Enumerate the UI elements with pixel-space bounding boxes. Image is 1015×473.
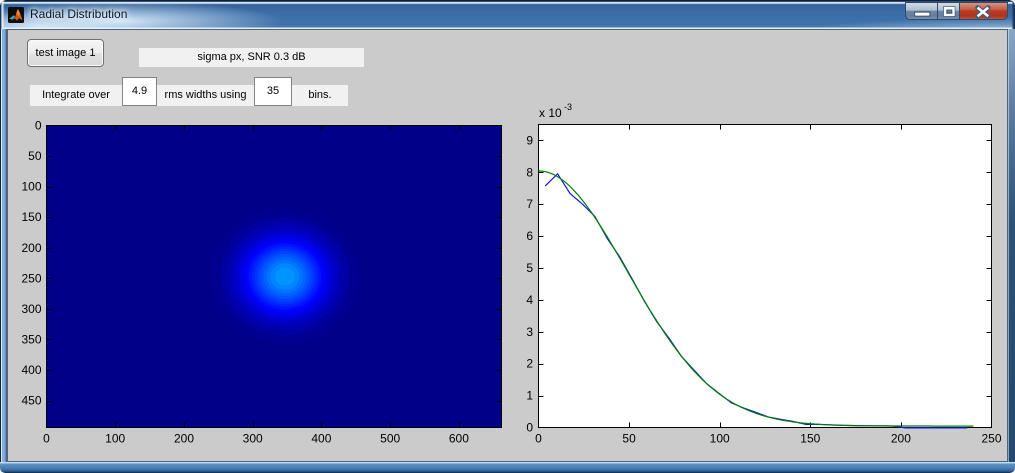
svg-text:250: 250: [21, 271, 41, 285]
svg-text:150: 150: [800, 432, 820, 446]
svg-text:0: 0: [35, 119, 42, 133]
svg-text:5: 5: [526, 261, 533, 275]
svg-text:400: 400: [21, 363, 41, 377]
svg-text:600: 600: [449, 432, 469, 446]
svg-text:50: 50: [28, 149, 42, 163]
svg-text:4: 4: [526, 293, 533, 307]
svg-text:0: 0: [43, 432, 50, 446]
svg-text:2: 2: [526, 357, 533, 371]
svg-text:3: 3: [526, 325, 533, 339]
svg-text:150: 150: [21, 210, 41, 224]
svg-text:7: 7: [526, 197, 533, 211]
svg-text:-3: -3: [564, 102, 572, 112]
svg-text:300: 300: [21, 302, 41, 316]
svg-text:x 10: x 10: [539, 106, 562, 120]
svg-text:350: 350: [21, 333, 41, 347]
svg-text:450: 450: [21, 394, 41, 408]
svg-text:1: 1: [526, 389, 533, 403]
svg-text:100: 100: [710, 432, 730, 446]
svg-text:300: 300: [243, 432, 263, 446]
svg-text:500: 500: [380, 432, 400, 446]
svg-text:400: 400: [311, 432, 331, 446]
svg-text:0: 0: [526, 421, 533, 435]
svg-text:200: 200: [174, 432, 194, 446]
svg-text:100: 100: [21, 180, 41, 194]
svg-text:250: 250: [981, 432, 1001, 446]
svg-text:200: 200: [891, 432, 911, 446]
svg-text:6: 6: [526, 229, 533, 243]
svg-text:100: 100: [105, 432, 125, 446]
svg-text:8: 8: [526, 165, 533, 179]
svg-text:0: 0: [535, 432, 542, 446]
svg-text:50: 50: [622, 432, 636, 446]
svg-text:9: 9: [526, 133, 533, 147]
svg-text:200: 200: [21, 241, 41, 255]
